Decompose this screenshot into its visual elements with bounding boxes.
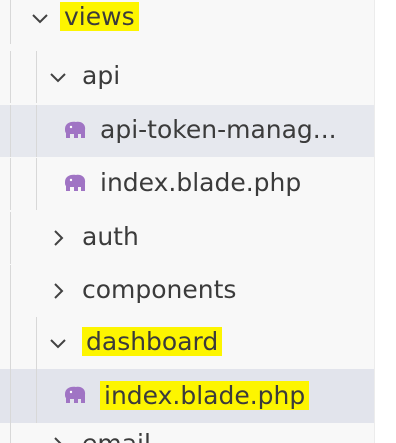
chevron-down-icon	[48, 67, 68, 87]
tree-item-label: api	[82, 61, 121, 90]
php-elephant-icon	[62, 384, 88, 406]
chevron-down-icon	[30, 8, 50, 28]
chevron-down-icon	[48, 333, 68, 353]
indent-guide	[10, 51, 11, 103]
indent-guide	[10, 212, 11, 264]
tree-item-label: views	[60, 0, 139, 34]
indent-guide	[36, 158, 37, 210]
php-elephant-icon	[62, 119, 88, 141]
tree-item-api-index-file[interactable]: index.blade.php	[0, 158, 374, 210]
tree-item-components-folder[interactable]: components	[0, 265, 374, 317]
tree-item-label: index.blade.php	[100, 168, 302, 197]
indent-guide	[10, 265, 11, 317]
file-explorer-tree: views api api-token-manag... index.blade…	[0, 0, 374, 443]
php-elephant-icon	[62, 172, 88, 194]
indent-guide	[10, 317, 11, 369]
indent-guide	[10, 423, 11, 443]
search-highlight: views	[60, 2, 139, 31]
search-highlight: index.blade.php	[100, 381, 310, 410]
tree-item-dashboard-folder[interactable]: dashboard	[0, 317, 374, 369]
indent-guide	[10, 0, 11, 44]
chevron-right-icon	[48, 228, 68, 248]
chevron-right-icon	[48, 281, 68, 301]
indent-guide	[36, 105, 37, 157]
tree-item-label: email	[82, 427, 151, 443]
indent-guide	[10, 369, 11, 423]
tree-item-label: dashboard	[82, 325, 223, 359]
tree-item-label: index.blade.php	[100, 379, 310, 413]
indent-guide	[10, 105, 11, 157]
tree-item-label: auth	[82, 222, 139, 251]
scrollbar-track[interactable]	[374, 0, 396, 443]
tree-item-label: components	[82, 275, 237, 304]
tree-item-email-folder[interactable]: email	[0, 423, 374, 443]
search-highlight: dashboard	[82, 327, 223, 356]
tree-item-api-token-manager-file[interactable]: api-token-manag...	[0, 105, 374, 157]
indent-guide	[36, 369, 37, 423]
indent-guide	[10, 158, 11, 210]
tree-item-views-folder[interactable]: views	[0, 0, 374, 44]
tree-item-label: api-token-manag...	[100, 115, 337, 144]
tree-item-api-folder[interactable]: api	[0, 51, 374, 103]
indent-guide	[36, 51, 37, 103]
tree-item-auth-folder[interactable]: auth	[0, 212, 374, 264]
tree-item-dashboard-index-file[interactable]: index.blade.php	[0, 369, 374, 423]
chevron-right-icon	[48, 435, 68, 443]
indent-guide	[36, 317, 37, 369]
